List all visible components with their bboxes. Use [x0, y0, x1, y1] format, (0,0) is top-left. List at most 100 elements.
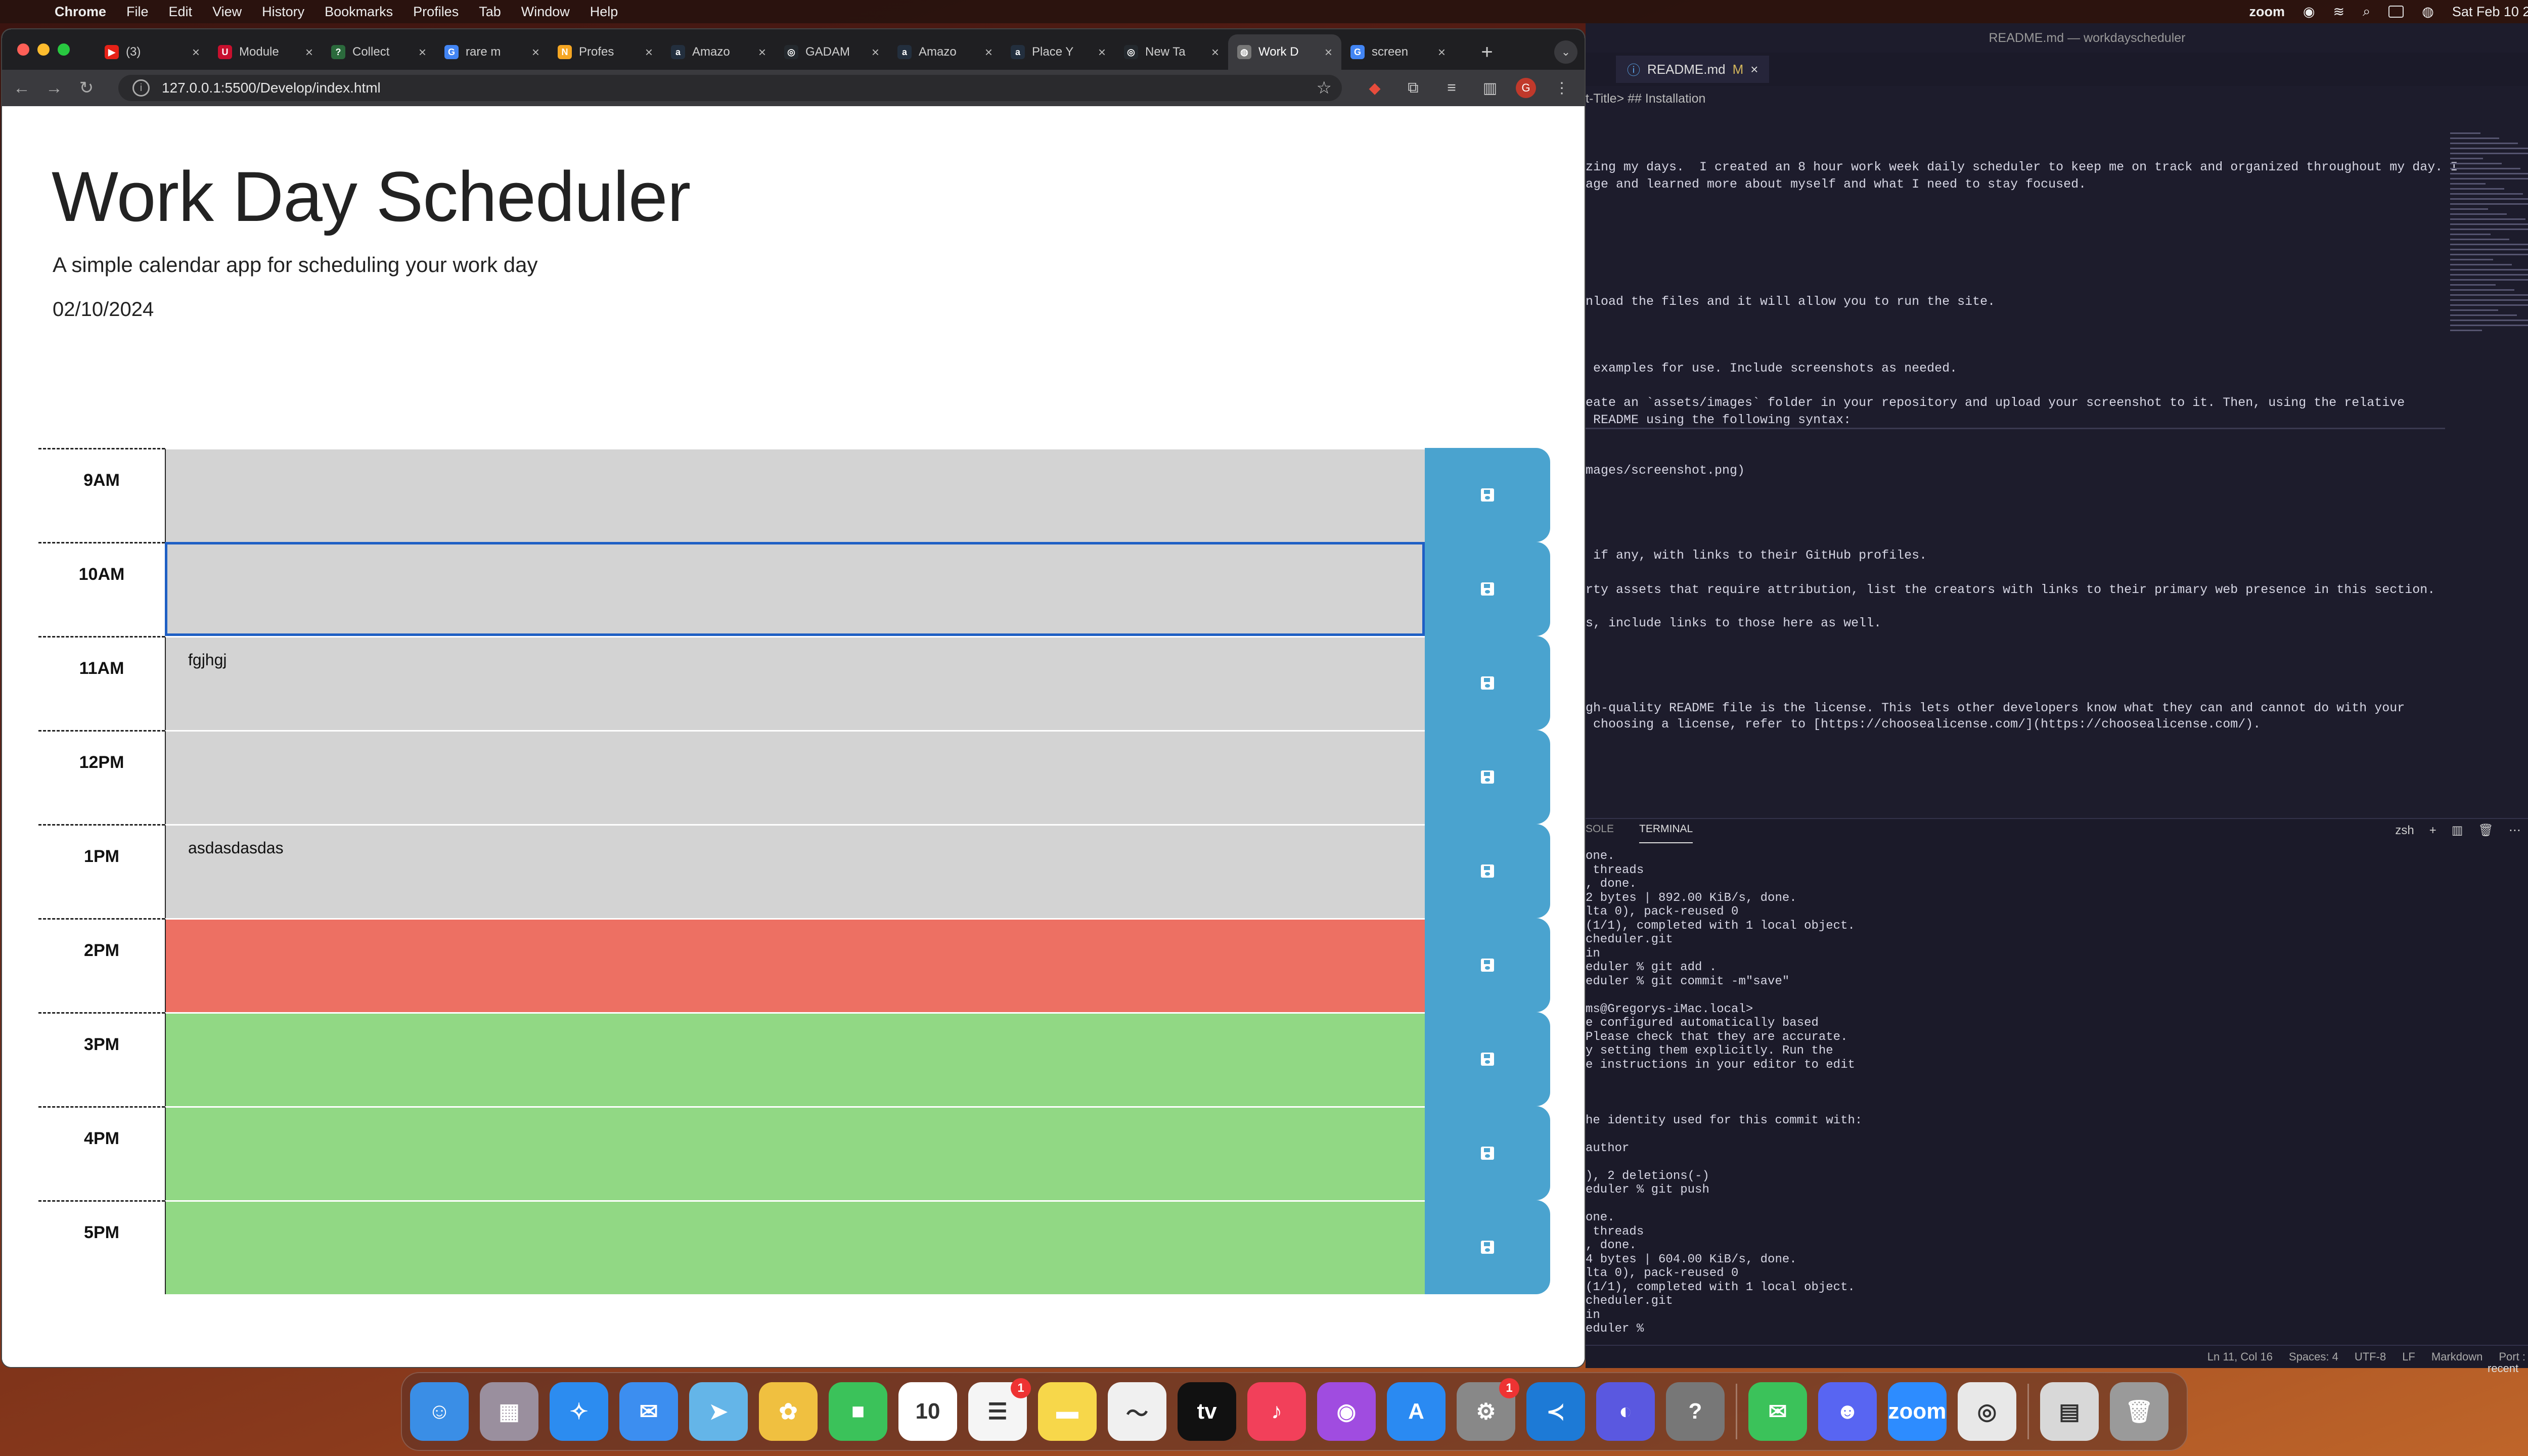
wifi-icon[interactable]: ≋ [2333, 4, 2345, 20]
appstore-icon[interactable]: A [1387, 1382, 1446, 1441]
save-button[interactable] [1425, 542, 1550, 636]
freeform-icon[interactable]: 〜 [1108, 1382, 1166, 1441]
event-description-input[interactable]: fgjhgj [165, 636, 1425, 730]
document-icon[interactable]: ▤ [2040, 1382, 2099, 1441]
close-tab-icon[interactable]: × [1438, 44, 1446, 60]
event-description-input[interactable] [165, 1012, 1425, 1106]
url-text[interactable]: 127.0.0.1:5500/Develop/index.html [162, 80, 381, 96]
menu-view[interactable]: View [212, 4, 242, 20]
event-description-input[interactable] [165, 1106, 1425, 1200]
status-encoding[interactable]: UTF-8 [2355, 1350, 2386, 1363]
save-button[interactable] [1425, 730, 1550, 824]
event-description-input[interactable] [165, 918, 1425, 1012]
chrome-menu-icon[interactable]: ⋮ [1549, 75, 1574, 101]
menu-help[interactable]: Help [590, 4, 618, 20]
save-button[interactable] [1425, 918, 1550, 1012]
launchpad-icon[interactable]: ▦ [480, 1382, 538, 1441]
close-tab-icon[interactable]: × [758, 44, 766, 60]
event-description-input[interactable] [165, 542, 1425, 636]
menu-app-name[interactable]: Chrome [55, 4, 106, 20]
music-icon[interactable]: ♪ [1247, 1382, 1306, 1441]
chrome-icon[interactable]: ◎ [1958, 1382, 2016, 1441]
close-tab-icon[interactable]: × [985, 44, 992, 60]
save-button[interactable] [1425, 1106, 1550, 1200]
profile-avatar[interactable]: G [1516, 78, 1536, 98]
menu-tab[interactable]: Tab [479, 4, 501, 20]
close-tab-icon[interactable]: × [872, 44, 879, 60]
media-controls-icon[interactable]: ≡ [1439, 75, 1464, 101]
spotlight-icon[interactable]: ⌕ [2363, 4, 2370, 20]
vscode-icon[interactable]: ≺ [1526, 1382, 1585, 1441]
menu-bookmarks[interactable]: Bookmarks [325, 4, 393, 20]
menu-profiles[interactable]: Profiles [413, 4, 459, 20]
browser-tab[interactable]: ◎ New Ta × [1115, 34, 1228, 70]
back-icon[interactable]: ← [9, 75, 34, 101]
maps-icon[interactable]: ➤ [689, 1382, 748, 1441]
notes-icon[interactable]: ▬ [1038, 1382, 1097, 1441]
arc-icon[interactable]: ◐ [1596, 1382, 1655, 1441]
panel-tab-console[interactable]: SOLE [1586, 823, 1614, 843]
status-language[interactable]: Markdown [2431, 1350, 2482, 1363]
minimize-window-button[interactable] [37, 43, 50, 56]
close-window-button[interactable] [17, 43, 29, 56]
menu-edit[interactable]: Edit [169, 4, 193, 20]
menu-clock[interactable]: Sat Feb 10 2:47 PM [2452, 4, 2528, 20]
bookmark-star-icon[interactable]: ☆ [1317, 78, 1332, 98]
close-tab-icon[interactable]: × [192, 44, 200, 60]
trash-terminal-icon[interactable]: 🗑 [2478, 823, 2493, 838]
settings-icon[interactable]: ⚙ 1 [1457, 1378, 1519, 1441]
extensions-puzzle-icon[interactable]: ⧉ [1401, 75, 1426, 101]
close-tab-icon[interactable]: × [1750, 62, 1758, 77]
new-tab-button[interactable]: + [1474, 39, 1500, 65]
event-description-input[interactable] [165, 448, 1425, 542]
calendar-icon[interactable]: 10 [898, 1382, 957, 1441]
close-tab-icon[interactable]: × [532, 44, 539, 60]
editor-tab-readme[interactable]: ⓘ README.md M × [1616, 56, 1770, 83]
new-terminal-icon[interactable]: + [2429, 824, 2436, 838]
save-button[interactable] [1425, 1200, 1550, 1294]
close-tab-icon[interactable]: × [419, 44, 426, 60]
apple-icon[interactable] [17, 0, 40, 23]
status-indentation[interactable]: Spaces: 4 [2289, 1350, 2338, 1363]
forward-icon[interactable]: → [41, 75, 67, 101]
save-button[interactable] [1425, 636, 1550, 730]
menu-history[interactable]: History [262, 4, 304, 20]
browser-tab[interactable]: Grare m × [435, 34, 549, 70]
discord-icon[interactable]: ☻ [1818, 1382, 1877, 1441]
messages-icon[interactable]: ✉ [1748, 1382, 1807, 1441]
menu-file[interactable]: File [126, 4, 149, 20]
event-description-input[interactable] [165, 730, 1425, 824]
browser-tab[interactable]: ◎ GADAM × [775, 34, 888, 70]
siri-icon[interactable]: ◍ [2422, 4, 2434, 20]
photos-icon[interactable]: ✿ [759, 1382, 818, 1441]
minimap[interactable] [2445, 112, 2528, 820]
event-description-input[interactable]: asdasdasdas [165, 824, 1425, 918]
save-button[interactable] [1425, 448, 1550, 542]
site-info-icon[interactable]: i [132, 79, 150, 97]
split-terminal-icon[interactable]: ▥ [2452, 823, 2463, 838]
maximize-window-button[interactable] [58, 43, 70, 56]
trash-icon[interactable]: 🗑 [2110, 1382, 2169, 1441]
browser-tab[interactable]: U Module × [209, 34, 322, 70]
breadcrumb[interactable]: t-Title> ## Installation [1586, 86, 1705, 111]
finder-icon[interactable]: ☺ [410, 1382, 469, 1441]
close-tab-icon[interactable]: × [1211, 44, 1219, 60]
browser-tab[interactable]: ◍ Work D × [1228, 34, 1341, 70]
browser-tab[interactable]: N Profes × [549, 34, 662, 70]
zoom-status-item[interactable]: zoom [2249, 4, 2285, 20]
save-button[interactable] [1425, 1012, 1550, 1106]
zoom-icon[interactable]: zoom [1888, 1382, 1947, 1441]
safari-icon[interactable]: ✧ [550, 1382, 608, 1441]
browser-tab[interactable]: a Amazo × [662, 34, 775, 70]
mail-icon[interactable]: ✉ [619, 1382, 678, 1441]
reload-icon[interactable]: ↻ [74, 75, 99, 101]
help-icon[interactable]: ? [1666, 1382, 1725, 1441]
facetime-icon[interactable]: ■ [829, 1382, 887, 1441]
tab-search-button[interactable]: ⌄ [1554, 40, 1577, 64]
more-actions-icon[interactable]: ⋯ [2509, 823, 2521, 838]
tv-icon[interactable]: tv [1178, 1382, 1236, 1441]
code-editor[interactable]: zing my days. I created an 8 hour work w… [1586, 114, 2458, 822]
close-tab-icon[interactable]: × [1325, 44, 1332, 60]
podcasts-icon[interactable]: ◉ [1317, 1382, 1376, 1441]
close-tab-icon[interactable]: × [1098, 44, 1106, 60]
